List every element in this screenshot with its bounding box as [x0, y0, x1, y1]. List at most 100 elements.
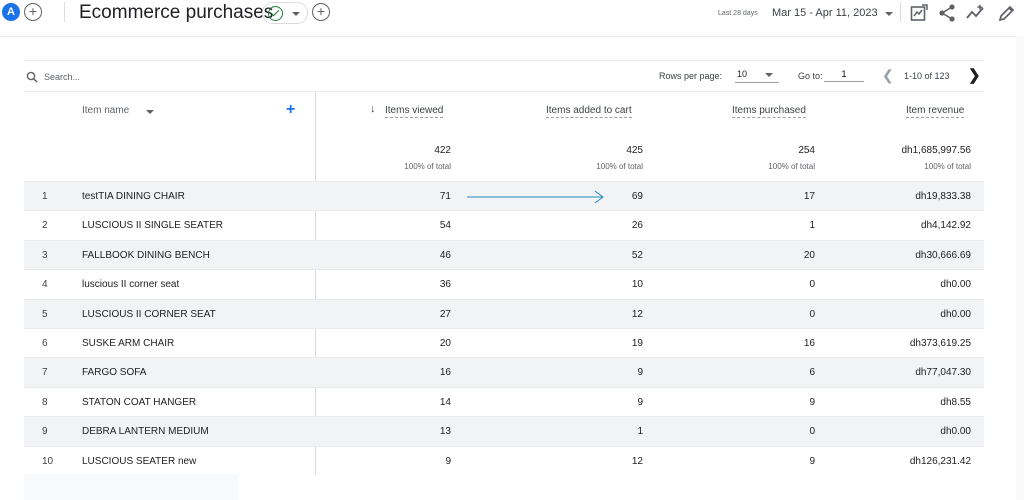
- items-viewed-cell: 14: [439, 396, 451, 408]
- row-index: 4: [42, 279, 48, 291]
- items-purchased-cell: 16: [803, 337, 815, 349]
- item-name: testTIA DINING CHAIR: [82, 191, 185, 202]
- items-added-cell: 12: [631, 455, 643, 467]
- row-index: 1: [42, 191, 48, 202]
- add-dimension-icon[interactable]: +: [286, 101, 295, 119]
- items-purchased-cell: 9: [809, 396, 815, 408]
- footer-panel: [24, 474, 238, 500]
- item-revenue-cell: dh8.55: [940, 396, 971, 408]
- item-name: LUSCIOUS II CORNER SEAT: [82, 308, 216, 320]
- date-range-picker[interactable]: Mar 15 - Apr 11, 2023: [772, 7, 878, 19]
- insights-icon[interactable]: [966, 3, 986, 23]
- edit-icon[interactable]: [997, 3, 1017, 23]
- items-viewed-cell: 16: [439, 367, 451, 379]
- account-avatar[interactable]: A: [2, 3, 20, 21]
- column-header-items-viewed[interactable]: Items viewed: [385, 105, 444, 118]
- item-revenue-cell: dh19,833.38: [915, 191, 971, 202]
- rows-per-page-label: Rows per page:: [659, 71, 723, 81]
- column-header-item-name[interactable]: Item name: [82, 105, 129, 116]
- item-name: LUSCIOUS II SINGLE SEATER: [82, 220, 223, 232]
- total-pct: 100% of total: [404, 162, 451, 171]
- items-viewed-cell: 71: [439, 191, 451, 202]
- total-items-added: 425: [626, 145, 643, 156]
- row-index: 5: [42, 308, 48, 320]
- chevron-down-icon: [292, 12, 300, 16]
- items-added-cell: 1: [637, 426, 643, 438]
- item-revenue-cell: dh373,619.25: [909, 337, 971, 349]
- chevron-left-icon[interactable]: ❮: [882, 67, 894, 84]
- table-row[interactable]: 5 LUSCIOUS II CORNER SEAT 27 12 0 dh0.00: [24, 298, 984, 328]
- search-input[interactable]: [44, 67, 244, 87]
- table-row[interactable]: 10 LUSCIOUS SEATER new 9 12 9 dh126,231.…: [24, 445, 984, 475]
- items-purchased-cell: 9: [809, 455, 815, 467]
- item-revenue-cell: dh30,666.69: [915, 249, 971, 261]
- add-report-icon[interactable]: +: [312, 3, 330, 21]
- row-index: 10: [42, 455, 54, 467]
- rows-per-page-value: 10: [737, 69, 748, 79]
- divider: [900, 2, 901, 22]
- table-row[interactable]: 6 SUSKE ARM CHAIR 20 19 16 dh373,619.25: [24, 327, 984, 357]
- item-name: FALLBOOK DINING BENCH: [82, 249, 210, 261]
- item-name: STATON COAT HANGER: [82, 396, 197, 408]
- page-title: Ecommerce purchases: [79, 2, 274, 23]
- total-items-viewed: 422: [434, 145, 451, 156]
- items-purchased-cell: 6: [809, 367, 815, 379]
- items-viewed-cell: 27: [439, 308, 451, 320]
- share-icon[interactable]: [937, 3, 957, 23]
- table-row[interactable]: 2 LUSCIOUS II SINGLE SEATER 54 26 1 dh4,…: [24, 210, 984, 239]
- items-purchased-cell: 0: [809, 279, 815, 291]
- items-added-cell: 19: [631, 337, 643, 349]
- items-purchased-cell: 1: [809, 220, 815, 232]
- table-row[interactable]: 7 FARGO SOFA 16 9 6 dh77,047.30: [24, 357, 984, 387]
- search-icon: [26, 71, 38, 83]
- report-status-dropdown[interactable]: [262, 2, 308, 24]
- items-added-cell: 9: [637, 367, 643, 379]
- items-added-cell: 10: [631, 279, 643, 291]
- item-name: luscious II corner seat: [82, 279, 180, 291]
- item-revenue-cell: dh77,047.30: [915, 367, 971, 379]
- pagination-info: 1-10 of 123: [904, 71, 950, 81]
- rows-per-page-select[interactable]: 10: [735, 67, 779, 83]
- dimension-dropdown-icon[interactable]: [146, 110, 154, 114]
- item-revenue-cell: dh4,142.92: [920, 220, 971, 232]
- table-row[interactable]: 8 STATON COAT HANGER 14 9 9 dh8.55: [24, 386, 984, 416]
- chevron-right-icon[interactable]: ❯: [968, 66, 981, 84]
- items-viewed-cell: 13: [439, 426, 451, 438]
- item-revenue-cell: dh126,231.42: [909, 455, 971, 467]
- row-index: 9: [42, 426, 48, 438]
- items-viewed-cell: 36: [439, 279, 451, 291]
- add-comparison-icon[interactable]: +: [24, 3, 42, 21]
- column-header-items-added-to-cart[interactable]: Items added to cart: [546, 105, 632, 118]
- table-row[interactable]: 4 luscious II corner seat 36 10 0 dh0.00: [24, 269, 984, 298]
- column-header-items-purchased[interactable]: Items purchased: [732, 105, 806, 118]
- chevron-down-icon[interactable]: [885, 12, 893, 16]
- item-revenue-cell: dh0.00: [940, 426, 971, 438]
- total-pct: 100% of total: [924, 162, 971, 171]
- table-body: 1 testTIA DINING CHAIR 71 69 17 dh19,833…: [24, 181, 984, 475]
- items-viewed-cell: 9: [445, 455, 451, 467]
- toolbar-divider: [24, 91, 984, 92]
- row-index: 8: [42, 396, 48, 408]
- table-row[interactable]: 3 FALLBOOK DINING BENCH 46 52 20 dh30,66…: [24, 239, 984, 270]
- items-viewed-cell: 46: [439, 249, 451, 261]
- items-purchased-cell: 0: [809, 426, 815, 438]
- total-items-purchased: 254: [798, 145, 815, 156]
- items-added-cell: 26: [631, 220, 643, 232]
- total-pct: 100% of total: [596, 162, 643, 171]
- sort-descending-icon[interactable]: ↓: [370, 103, 376, 115]
- scroll-gutter: [1016, 36, 1024, 500]
- date-preset-label: Last 28 days: [718, 10, 758, 17]
- customize-report-icon[interactable]: [909, 3, 929, 23]
- column-header-item-revenue[interactable]: Item revenue: [906, 105, 965, 118]
- item-revenue-cell: dh0.00: [940, 308, 971, 320]
- chevron-down-icon: [765, 73, 773, 77]
- items-added-cell: 12: [631, 308, 643, 320]
- row-index: 2: [42, 220, 48, 232]
- table-row[interactable]: 9 DEBRA LANTERN MEDIUM 13 1 0 dh0.00: [24, 416, 984, 446]
- goto-page-input[interactable]: [824, 66, 864, 82]
- item-name: FARGO SOFA: [82, 367, 147, 379]
- item-revenue-cell: dh0.00: [940, 279, 971, 291]
- items-added-cell: 9: [637, 396, 643, 408]
- items-added-cell: 52: [631, 249, 643, 261]
- divider: [64, 2, 65, 22]
